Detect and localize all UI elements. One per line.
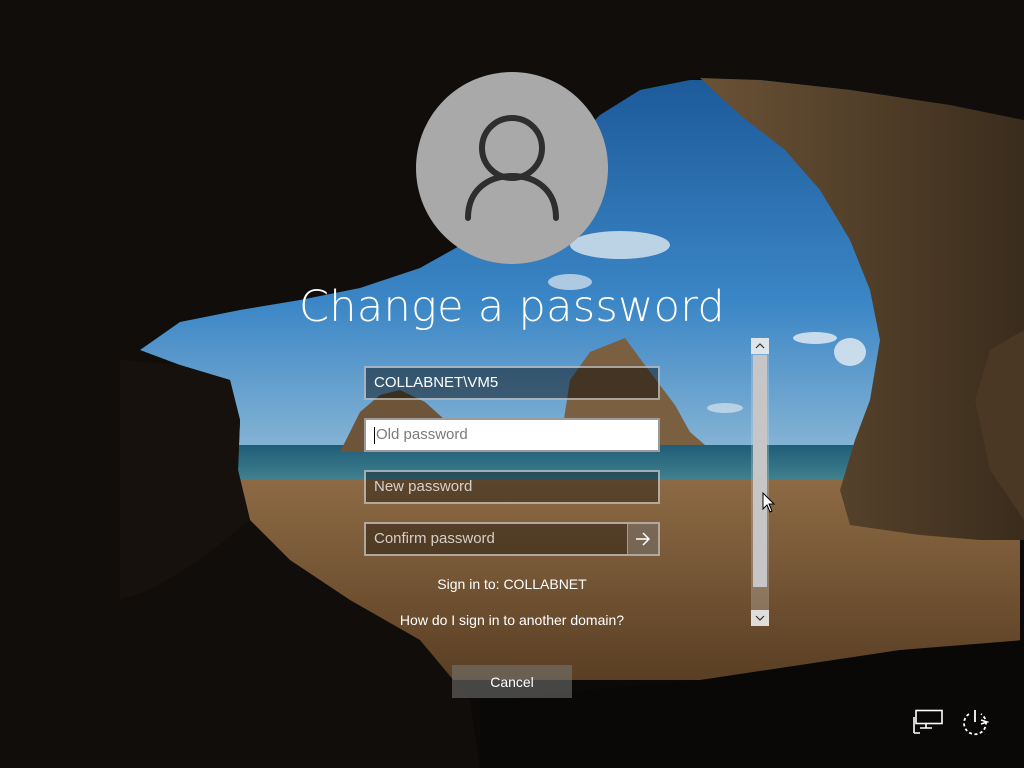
power-button[interactable] — [957, 704, 993, 740]
new-password-placeholder: New password — [374, 478, 473, 495]
network-icon — [913, 709, 943, 734]
network-button[interactable] — [910, 704, 946, 740]
scrollbar[interactable] — [751, 338, 769, 626]
page-title: Change a password — [298, 282, 726, 332]
mouse-cursor-icon — [762, 492, 776, 513]
old-password-placeholder: Old password — [376, 426, 468, 443]
confirm-password-field[interactable]: Confirm password — [364, 522, 660, 556]
username-field: COLLABNET\VM5 — [364, 366, 660, 400]
scroll-thumb[interactable] — [753, 355, 767, 587]
submit-button[interactable] — [627, 524, 658, 554]
new-password-field[interactable]: New password — [364, 470, 660, 504]
user-silhouette-icon — [465, 115, 559, 221]
scroll-up-button[interactable] — [751, 338, 769, 354]
text-caret — [374, 427, 375, 444]
confirm-password-placeholder: Confirm password — [374, 530, 495, 547]
power-icon — [963, 710, 990, 736]
arrow-right-icon — [636, 532, 651, 546]
user-avatar — [416, 72, 608, 264]
sign-in-domain-text: Sign in to: COLLABNET — [437, 576, 587, 592]
cancel-button[interactable]: Cancel — [452, 665, 572, 698]
other-domain-link[interactable]: How do I sign in to another domain? — [0, 612, 1024, 628]
scroll-down-button[interactable] — [751, 610, 769, 626]
lock-screen: Change a password COLLABNET\VM5 Old pass… — [0, 0, 1024, 768]
chevron-up-icon — [755, 343, 765, 349]
chevron-down-icon — [755, 615, 765, 621]
old-password-field[interactable]: Old password — [364, 418, 660, 452]
